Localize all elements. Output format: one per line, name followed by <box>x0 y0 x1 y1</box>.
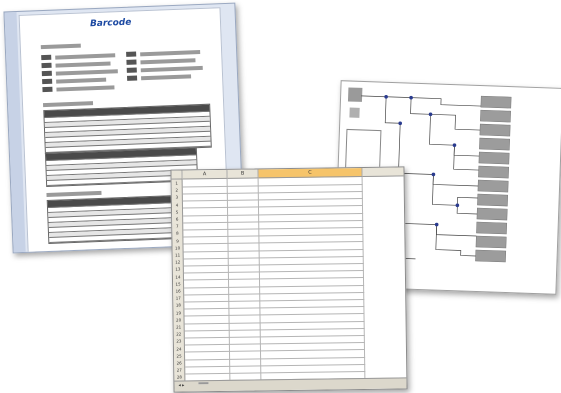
info-text-line <box>56 85 114 91</box>
grid-line <box>183 205 363 208</box>
junction-dot <box>453 143 457 147</box>
junction-dot <box>435 223 439 227</box>
grid-line <box>183 212 363 215</box>
column-header-b[interactable]: B <box>227 169 258 178</box>
grid-line <box>184 263 364 266</box>
grid-line <box>184 299 364 302</box>
diagram-node <box>480 110 510 122</box>
diagram-node <box>479 138 509 150</box>
diagram-node <box>476 222 506 234</box>
info-label-block <box>127 75 137 80</box>
info-text-line <box>141 66 203 72</box>
grid-line <box>184 270 364 273</box>
connector-line <box>360 96 401 123</box>
info-text-line <box>56 78 106 84</box>
junction-dot <box>429 112 433 116</box>
document-logo: Barcode <box>90 18 132 30</box>
info-text-line <box>56 69 118 75</box>
sheet-tab[interactable] <box>198 382 208 384</box>
diagram-node <box>478 166 508 178</box>
junction-dot <box>398 121 402 125</box>
grid-line <box>183 227 363 230</box>
diagram-node <box>479 152 509 164</box>
grid-line <box>185 328 365 331</box>
grid-line <box>183 241 363 244</box>
connector-line <box>457 197 477 206</box>
info-label-block <box>126 51 136 56</box>
grid-line <box>185 320 365 323</box>
info-label-block <box>42 79 52 84</box>
diagram-node <box>480 124 510 136</box>
info-text-line <box>55 61 110 67</box>
info-label-block <box>42 87 52 92</box>
grid-line <box>185 349 365 352</box>
junction-dot <box>409 96 413 100</box>
connector-line <box>436 225 477 256</box>
info-label-block <box>41 55 51 60</box>
grid-line <box>184 306 364 309</box>
grid-line <box>183 191 363 194</box>
diagram-node <box>477 208 507 220</box>
spreadsheet-window: A B C 1234567891011121314151617181920212… <box>170 166 407 392</box>
connector-line <box>432 174 478 214</box>
diagram-node <box>477 194 507 206</box>
grid-line <box>185 364 365 367</box>
diagram-node <box>349 108 359 118</box>
sheet-tab-bar: ◂ ▸ <box>174 377 406 391</box>
sheet-nav-arrows[interactable]: ◂ ▸ <box>178 383 184 388</box>
grid-line <box>185 342 365 345</box>
junction-dot <box>384 95 388 99</box>
grid-line <box>184 284 364 287</box>
column-header-c[interactable]: C <box>258 168 362 178</box>
connector-line <box>398 123 480 186</box>
grid-line <box>184 292 364 295</box>
corner-cell[interactable] <box>171 170 182 179</box>
diagram-node <box>478 180 508 192</box>
diagram-node <box>475 250 505 262</box>
grid-line <box>184 313 364 316</box>
diagram-node <box>481 96 511 108</box>
column-header-d[interactable] <box>362 167 404 177</box>
connector-line <box>411 98 481 106</box>
connector-line <box>454 145 480 170</box>
info-label-block <box>127 67 137 72</box>
grid-line <box>183 198 363 201</box>
info-label-block <box>42 71 52 76</box>
grid-line <box>185 356 365 359</box>
diagram-node <box>348 87 362 101</box>
section-heading-line <box>43 101 93 107</box>
info-text-line <box>55 53 115 59</box>
data-table <box>43 104 212 154</box>
diagram-node <box>476 236 506 248</box>
grid-line <box>185 371 365 374</box>
grid-line <box>184 248 364 251</box>
junction-dot <box>432 173 436 177</box>
grid-line <box>183 184 363 187</box>
grid-line <box>184 256 364 259</box>
connector-line <box>430 114 480 130</box>
grid-line <box>183 234 363 237</box>
grid-line <box>184 277 364 280</box>
info-text-line <box>140 50 200 56</box>
grid-line <box>185 335 365 338</box>
section-heading-line <box>46 191 101 197</box>
grid-line <box>183 220 363 223</box>
connector-line <box>386 97 432 115</box>
info-text-line <box>141 74 191 80</box>
info-label-block <box>41 63 51 68</box>
info-label-block <box>126 59 136 64</box>
column-header-a[interactable]: A <box>182 170 227 180</box>
connector-line <box>429 114 480 156</box>
info-text-line <box>140 58 195 64</box>
junction-dot <box>456 203 460 207</box>
section-heading-line <box>41 44 81 50</box>
